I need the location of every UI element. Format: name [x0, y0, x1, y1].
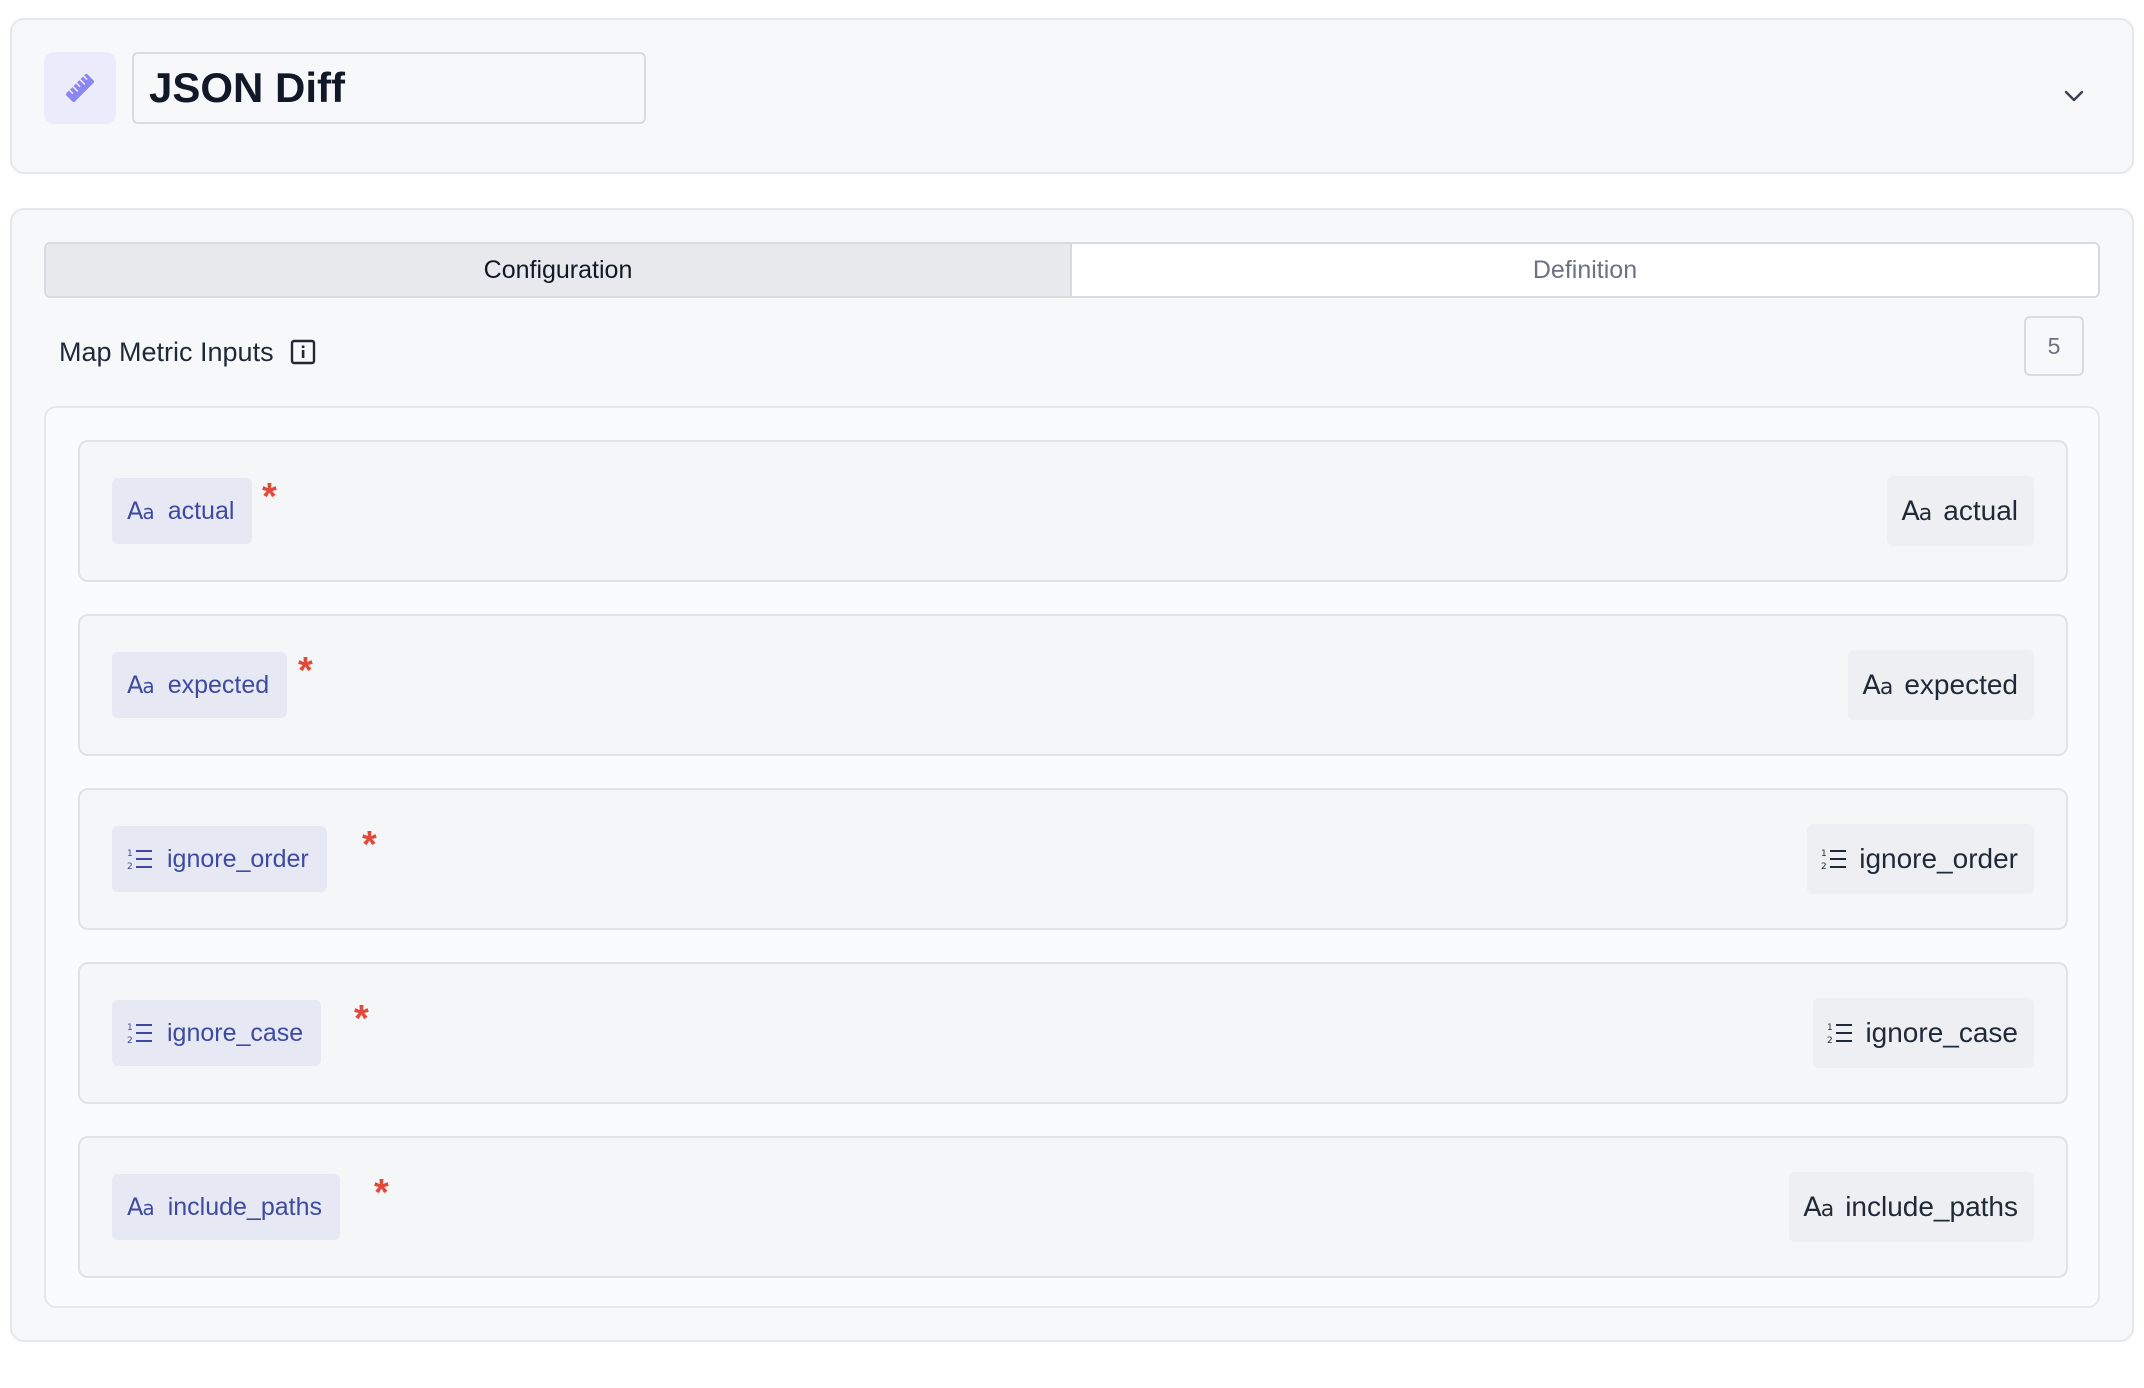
input-name: actual: [167, 496, 235, 525]
input-chip-actual[interactable]: Aa actual: [112, 478, 253, 544]
mapped-field-name: ignore_case: [1865, 1017, 2018, 1048]
input-name: ignore_case: [167, 1018, 304, 1047]
list-type-icon: 1 2: [127, 847, 153, 871]
svg-text:2: 2: [127, 1036, 133, 1045]
tab-configuration[interactable]: Configuration: [46, 244, 1072, 296]
input-count-badge: 5: [2024, 316, 2084, 376]
mapped-field-name: actual: [1943, 495, 2018, 526]
input-chip-include-paths[interactable]: Aa include_paths: [112, 1174, 340, 1240]
text-type-icon: Aa: [1803, 1191, 1834, 1223]
svg-text:2: 2: [127, 862, 133, 871]
info-icon[interactable]: [290, 339, 316, 365]
text-type-icon: Aa: [1862, 669, 1893, 701]
mapped-field-include-paths[interactable]: Aa include_paths: [1789, 1172, 2034, 1242]
mapped-field-ignore-case[interactable]: 1 2 ignore_case: [1813, 998, 2034, 1068]
input-row-ignore-case: 1 2 ignore_case * 1 2 ignore_case: [78, 962, 2068, 1104]
required-indicator: *: [298, 650, 313, 692]
input-chip-ignore-case[interactable]: 1 2 ignore_case: [112, 1000, 322, 1066]
mapped-field-name: expected: [1904, 669, 2018, 700]
chevron-down-icon[interactable]: [2056, 78, 2092, 114]
list-type-icon: 1 2: [1821, 847, 1847, 871]
section-heading: Map Metric Inputs: [59, 330, 316, 374]
svg-text:1: 1: [127, 849, 133, 859]
svg-text:1: 1: [127, 1023, 133, 1033]
text-type-icon: Aa: [127, 1193, 155, 1221]
svg-text:1: 1: [1827, 1023, 1833, 1033]
text-type-icon: Aa: [127, 671, 155, 699]
mapped-field-expected[interactable]: Aa expected: [1848, 650, 2034, 720]
svg-text:2: 2: [1827, 1036, 1833, 1045]
input-name: expected: [167, 670, 270, 699]
input-row-actual: Aa actual * Aa actual: [78, 440, 2068, 582]
svg-text:1: 1: [1821, 849, 1827, 859]
tab-definition[interactable]: Definition: [1072, 244, 2098, 296]
mapped-field-name: ignore_order: [1859, 843, 2018, 874]
input-chip-ignore-order[interactable]: 1 2 ignore_order: [112, 826, 327, 892]
metric-header-card: [10, 18, 2134, 174]
text-type-icon: Aa: [1901, 495, 1932, 527]
inputs-panel: Aa actual * Aa actual Aa expected * Aa e…: [44, 406, 2100, 1308]
section-title: Map Metric Inputs: [59, 336, 274, 367]
mapped-field-name: include_paths: [1845, 1191, 2018, 1222]
metric-title-input[interactable]: [132, 52, 646, 124]
svg-text:2: 2: [1821, 862, 1827, 871]
text-type-icon: Aa: [127, 497, 155, 525]
required-indicator: *: [354, 998, 369, 1040]
required-indicator: *: [362, 824, 377, 866]
list-type-icon: 1 2: [1827, 1021, 1853, 1045]
input-row-include-paths: Aa include_paths * Aa include_paths: [78, 1136, 2068, 1278]
ruler-icon: [44, 52, 116, 124]
input-row-ignore-order: 1 2 ignore_order * 1 2 ignore_order: [78, 788, 2068, 930]
required-indicator: *: [262, 476, 277, 518]
mapped-field-ignore-order[interactable]: 1 2 ignore_order: [1807, 824, 2034, 894]
tab-bar: Configuration Definition: [44, 242, 2100, 298]
metric-config-card: Configuration Definition Map Metric Inpu…: [10, 208, 2134, 1342]
mapped-field-actual[interactable]: Aa actual: [1887, 476, 2034, 546]
required-indicator: *: [374, 1172, 389, 1214]
list-type-icon: 1 2: [127, 1021, 153, 1045]
input-chip-expected[interactable]: Aa expected: [112, 652, 288, 718]
input-name: include_paths: [167, 1192, 322, 1221]
input-row-expected: Aa expected * Aa expected: [78, 614, 2068, 756]
input-name: ignore_order: [167, 844, 309, 873]
